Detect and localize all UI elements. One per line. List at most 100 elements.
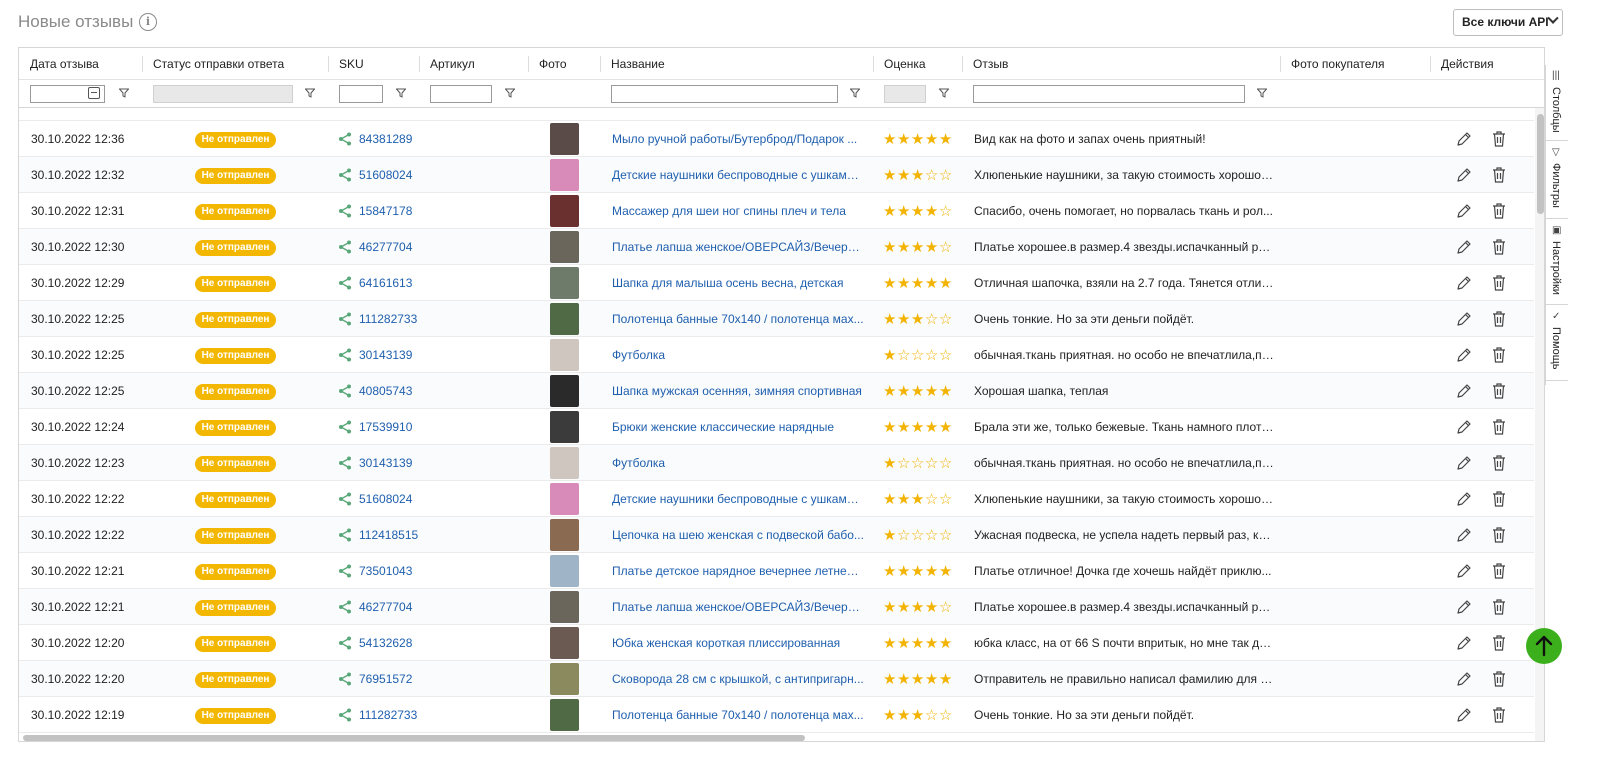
share-icon[interactable] (338, 168, 352, 182)
sku-link[interactable]: 46277704 (359, 229, 439, 265)
sku-link[interactable]: 54132628 (359, 625, 439, 661)
edit-icon[interactable] (1456, 167, 1472, 183)
product-name-link[interactable]: Полотенца банные 70х140 / полотенца мах.… (612, 301, 864, 337)
sku-link[interactable]: 30143139 (359, 337, 439, 373)
product-photo[interactable] (550, 231, 579, 263)
rating-filter-select[interactable] (884, 85, 926, 103)
column-header-date[interactable]: Дата отзыва (19, 48, 99, 80)
sku-filter-input[interactable] (339, 85, 383, 103)
table-row[interactable]: 30.10.2022 12:22 Не отправлен 51608024 Детс… (19, 481, 1534, 517)
column-header-sku[interactable]: SKU (328, 48, 364, 80)
product-photo[interactable] (550, 123, 579, 155)
product-name-link[interactable]: Сковорода 28 см с крышкой, с антипригарн… (612, 661, 864, 697)
side-tab-columns[interactable]: ||| Столбцы (1546, 65, 1568, 141)
table-row[interactable]: 30.10.2022 12:31 Не отправлен 15847178 Масс… (19, 193, 1534, 229)
column-header-status[interactable]: Статус отправки ответа (142, 48, 284, 80)
table-row[interactable]: 30.10.2022 12:21 Не отправлен 46277704 Плат… (19, 589, 1534, 625)
share-icon[interactable] (338, 564, 352, 578)
table-row[interactable]: 30.10.2022 12:36 Не отправлен 84381289 Мыло… (19, 121, 1534, 157)
product-name-link[interactable]: Шапка мужская осенняя, зимняя спортивная (612, 373, 864, 409)
edit-icon[interactable] (1456, 347, 1472, 363)
share-icon[interactable] (338, 420, 352, 434)
trash-icon[interactable] (1492, 635, 1506, 651)
funnel-icon[interactable] (396, 88, 406, 98)
funnel-icon[interactable] (850, 88, 860, 98)
sku-link[interactable]: 64161613 (359, 265, 439, 301)
product-photo[interactable] (550, 447, 579, 479)
share-icon[interactable] (338, 636, 352, 650)
table-row[interactable]: 30.10.2022 12:25 Не отправлен 111282733 Пол… (19, 301, 1534, 337)
trash-icon[interactable] (1492, 239, 1506, 255)
product-photo[interactable] (550, 195, 579, 227)
side-tab-help[interactable]: ✓ Помощь (1546, 305, 1568, 381)
product-photo[interactable] (550, 591, 579, 623)
column-header-photo[interactable]: Фото (528, 48, 567, 80)
product-photo[interactable] (550, 375, 579, 407)
column-header-rating[interactable]: Оценка (873, 48, 926, 80)
table-row[interactable]: 30.10.2022 12:20 Не отправлен 54132628 Юбка… (19, 625, 1534, 661)
edit-icon[interactable] (1456, 419, 1472, 435)
trash-icon[interactable] (1492, 131, 1506, 147)
trash-icon[interactable] (1492, 419, 1506, 435)
product-name-link[interactable]: Мыло ручной работы/Бутерброд/Подарок ... (612, 121, 864, 157)
share-icon[interactable] (338, 456, 352, 470)
product-name-link[interactable]: Футболка (612, 337, 864, 373)
share-icon[interactable] (338, 672, 352, 686)
sku-link[interactable]: 46277704 (359, 589, 439, 625)
edit-icon[interactable] (1456, 671, 1472, 687)
scroll-to-top-button[interactable] (1526, 628, 1562, 664)
name-filter-input[interactable] (611, 85, 838, 103)
share-icon[interactable] (338, 528, 352, 542)
sku-link[interactable]: 51608024 (359, 481, 439, 517)
table-row[interactable]: 30.10.2022 12:25 Не отправлен 40805743 Шапк… (19, 373, 1534, 409)
table-row[interactable]: 30.10.2022 12:29 Не отправлен 64161613 Шапк… (19, 265, 1534, 301)
funnel-icon[interactable] (505, 88, 515, 98)
share-icon[interactable] (338, 384, 352, 398)
share-icon[interactable] (338, 492, 352, 506)
product-name-link[interactable]: Платье лапша женское/ОВЕРСАЙЗ/Вечерне... (612, 229, 864, 265)
sku-link[interactable]: 111282733 (359, 301, 439, 337)
edit-icon[interactable] (1456, 131, 1472, 147)
sku-link[interactable]: 15847178 (359, 193, 439, 229)
vertical-scrollbar-thumb[interactable] (1537, 114, 1544, 214)
funnel-icon[interactable] (939, 88, 949, 98)
sku-link[interactable]: 84381289 (359, 121, 439, 157)
column-header-article[interactable]: Артикул (419, 48, 475, 80)
edit-icon[interactable] (1456, 311, 1472, 327)
edit-icon[interactable] (1456, 239, 1472, 255)
trash-icon[interactable] (1492, 311, 1506, 327)
table-row[interactable]: 30.10.2022 12:20 Не отправлен 76951572 Сков… (19, 661, 1534, 697)
sku-link[interactable]: 51608024 (359, 157, 439, 193)
share-icon[interactable] (338, 312, 352, 326)
product-photo[interactable] (550, 627, 579, 659)
share-icon[interactable] (338, 204, 352, 218)
trash-icon[interactable] (1492, 347, 1506, 363)
product-name-link[interactable]: Детские наушники беспроводные с ушками .… (612, 157, 864, 193)
table-row[interactable]: 30.10.2022 12:22 Не отправлен 112418515 Цеп… (19, 517, 1534, 553)
product-photo[interactable] (550, 303, 579, 335)
sku-link[interactable]: 112418515 (359, 517, 439, 553)
edit-icon[interactable] (1456, 203, 1472, 219)
side-tab-filters[interactable]: ▽ Фильтры (1546, 141, 1568, 219)
trash-icon[interactable] (1492, 563, 1506, 579)
product-photo[interactable] (550, 663, 579, 695)
trash-icon[interactable] (1492, 707, 1506, 723)
trash-icon[interactable] (1492, 491, 1506, 507)
calendar-icon[interactable] (88, 87, 100, 99)
funnel-icon[interactable] (305, 88, 315, 98)
product-photo[interactable] (550, 555, 579, 587)
sku-link[interactable]: 111282733 (359, 697, 439, 733)
table-row[interactable]: 30.10.2022 12:19 Не отправлен 111282733 Пол… (19, 697, 1534, 733)
trash-icon[interactable] (1492, 275, 1506, 291)
review-filter-input[interactable] (973, 85, 1245, 103)
edit-icon[interactable] (1456, 527, 1472, 543)
edit-icon[interactable] (1456, 383, 1472, 399)
product-name-link[interactable]: Юбка женская короткая плиссированная (612, 625, 864, 661)
product-name-link[interactable]: Массажер для шеи ног спины плеч и тела (612, 193, 864, 229)
article-filter-input[interactable] (430, 85, 492, 103)
column-header-actions[interactable]: Действия (1430, 48, 1494, 80)
share-icon[interactable] (338, 708, 352, 722)
product-photo[interactable] (550, 699, 579, 731)
sku-link[interactable]: 73501043 (359, 553, 439, 589)
product-photo[interactable] (550, 267, 579, 299)
